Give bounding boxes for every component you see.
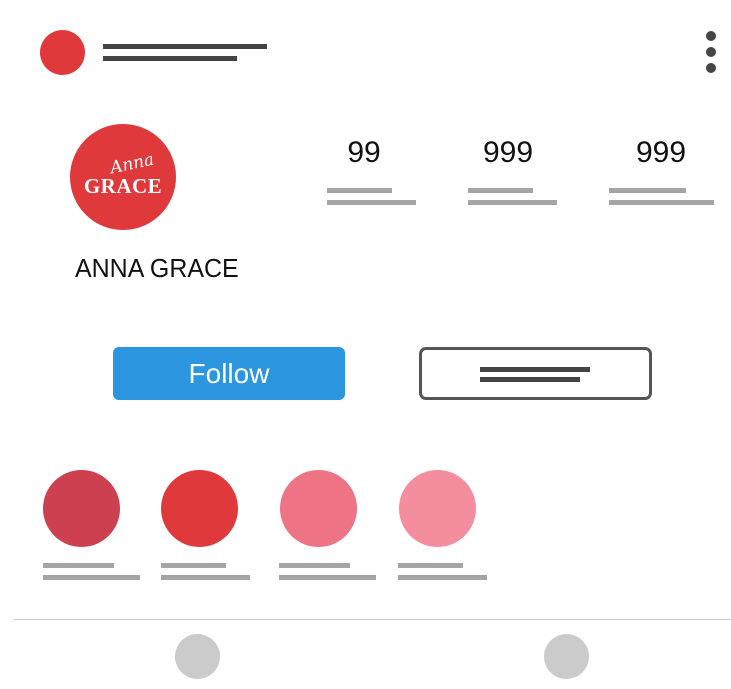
story-highlight[interactable] [280, 470, 357, 547]
stat-value[interactable]: 999 [453, 136, 563, 170]
button-label-placeholder [480, 377, 580, 382]
highlight-label-placeholder [161, 563, 226, 568]
more-vertical-icon[interactable] [700, 26, 724, 78]
stat-sublabel-placeholder [468, 200, 557, 205]
stat-sublabel-placeholder [609, 200, 714, 205]
highlight-label-placeholder [398, 563, 463, 568]
bottom-divider [14, 619, 731, 620]
highlight-sublabel-placeholder [161, 575, 250, 580]
stat-label-placeholder [609, 188, 686, 193]
button-label-placeholder [480, 367, 590, 372]
highlight-sublabel-placeholder [43, 575, 140, 580]
stat-sublabel-placeholder [327, 200, 416, 205]
message-button[interactable] [419, 347, 652, 400]
stat-label-placeholder [468, 188, 533, 193]
header-avatar[interactable] [40, 30, 85, 75]
highlight-label-placeholder [43, 563, 114, 568]
kebab-dot [706, 63, 716, 73]
highlight-sublabel-placeholder [398, 575, 487, 580]
follow-button[interactable]: Follow [113, 347, 345, 400]
story-highlight[interactable] [161, 470, 238, 547]
kebab-dot [706, 31, 716, 41]
nav-tab-tagged[interactable] [544, 634, 589, 679]
logo-block-text: GRACE [83, 174, 163, 198]
header-subtitle-placeholder [103, 56, 237, 61]
stat-label-placeholder [327, 188, 392, 193]
highlight-sublabel-placeholder [279, 575, 376, 580]
highlight-label-placeholder [279, 563, 350, 568]
profile-name: ANNA GRACE [75, 253, 239, 283]
nav-tab-grid[interactable] [175, 634, 220, 679]
kebab-dot [706, 47, 716, 57]
header-title-placeholder [103, 44, 267, 49]
stat-value[interactable]: 999 [606, 136, 716, 170]
stat-value[interactable]: 99 [309, 136, 419, 170]
profile-avatar[interactable]: Anna GRACE [70, 124, 176, 230]
story-highlight[interactable] [399, 470, 476, 547]
story-highlight[interactable] [43, 470, 120, 547]
